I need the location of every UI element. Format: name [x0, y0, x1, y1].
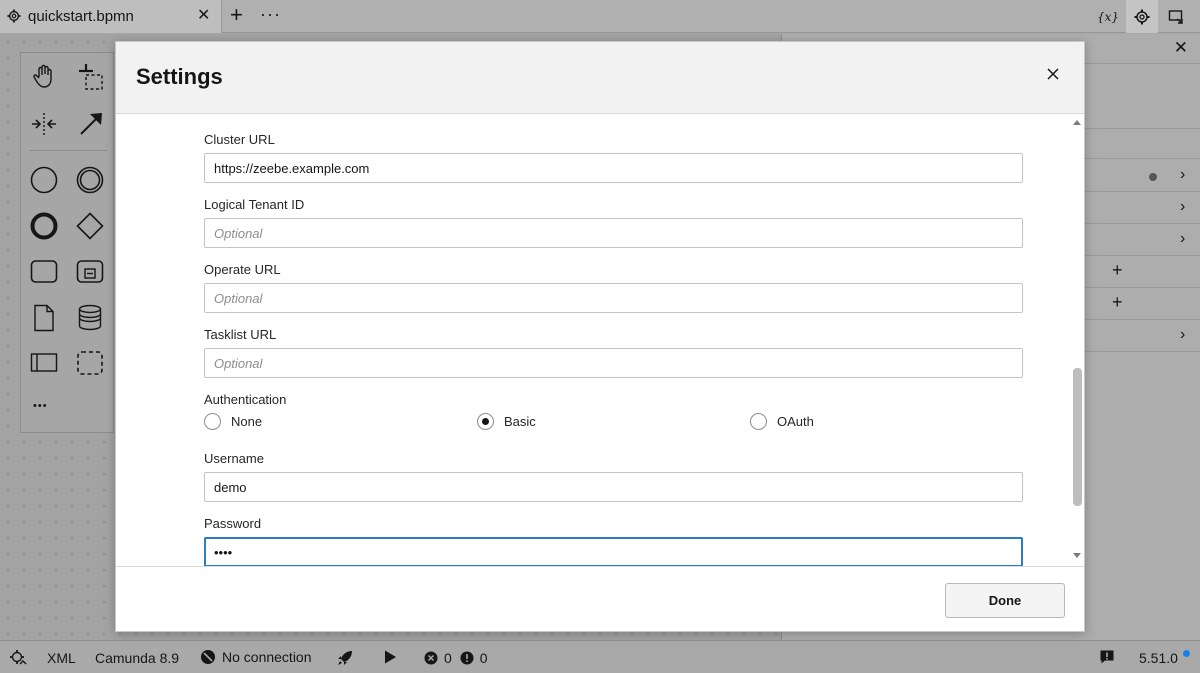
version-indicator[interactable]: 5.51.0 [1139, 650, 1178, 666]
cluster-url-label: Cluster URL [204, 132, 275, 147]
chevron-right-icon[interactable]: › [1180, 198, 1185, 216]
tab-bar: quickstart.bpmn ✕ + ··· {x} [0, 0, 1200, 33]
end-event-icon[interactable] [30, 212, 58, 240]
properties-close-icon[interactable]: ✕ [1174, 38, 1188, 58]
settings-dialog: Settings Cluster URL Logical Tenant ID O… [115, 41, 1085, 632]
authentication-label: Authentication [204, 392, 287, 407]
chevron-right-icon[interactable]: › [1180, 326, 1185, 344]
close-icon[interactable] [1043, 64, 1063, 84]
auth-oauth-radio[interactable]: OAuth [750, 413, 814, 430]
tab-title: quickstart.bpmn [28, 8, 134, 25]
lasso-tool-icon[interactable] [76, 63, 104, 91]
auth-basic-radio[interactable]: Basic [477, 413, 536, 430]
operate-url-input[interactable] [204, 283, 1023, 313]
chevron-right-icon[interactable]: › [1180, 166, 1185, 184]
rocket-icon [338, 651, 352, 665]
scroll-down-icon[interactable] [1073, 553, 1081, 558]
password-label: Password [204, 516, 262, 531]
settings-icon[interactable] [1126, 0, 1158, 33]
status-settings-icon[interactable] [9, 649, 27, 667]
start-event-icon[interactable] [30, 166, 58, 194]
tab-quickstart[interactable]: quickstart.bpmn ✕ [0, 0, 222, 33]
auth-none-radio[interactable]: None [204, 413, 262, 430]
warning-icon [460, 651, 474, 665]
intermediate-event-icon[interactable] [76, 166, 104, 194]
dot-icon [1149, 173, 1157, 181]
subprocess-icon[interactable] [76, 259, 104, 285]
gateway-icon[interactable] [76, 212, 104, 240]
engine-version[interactable]: Camunda 8.9 [95, 650, 179, 666]
connect-tool-icon[interactable] [77, 110, 105, 138]
gear-icon [10, 650, 27, 665]
tenant-id-input[interactable] [204, 218, 1023, 248]
dialog-body[interactable]: Cluster URL Logical Tenant ID Operate UR… [116, 115, 1084, 566]
gear-icon [7, 9, 21, 23]
username-label: Username [204, 451, 264, 466]
feedback-button[interactable] [1099, 649, 1115, 665]
problems-indicator[interactable]: 0 0 [424, 650, 488, 666]
username-input[interactable] [204, 472, 1023, 502]
tenant-id-label: Logical Tenant ID [204, 197, 305, 212]
ellipsis-icon[interactable]: ··· [260, 4, 281, 24]
run-button[interactable] [382, 649, 398, 665]
play-icon [385, 650, 396, 664]
connection-status[interactable]: No connection [200, 649, 312, 665]
plus-icon[interactable]: + [1112, 292, 1123, 313]
dialog-title: Settings [136, 64, 223, 89]
tasklist-url-input[interactable] [204, 348, 1023, 378]
gear-icon [1134, 9, 1150, 24]
chevron-right-icon[interactable]: › [1180, 230, 1185, 248]
data-store-icon[interactable] [77, 304, 103, 332]
error-icon [424, 651, 438, 665]
tab-close-icon[interactable]: ✕ [197, 8, 210, 24]
deploy-button[interactable] [336, 649, 354, 667]
notification-dot [1183, 650, 1190, 657]
variables-icon[interactable]: {x} [1092, 0, 1124, 33]
done-button[interactable]: Done [945, 583, 1065, 618]
radio-circle [750, 413, 767, 430]
deploy-panel-icon[interactable] [1160, 0, 1192, 33]
status-bar: XML Camunda 8.9 No connection 0 0 5.51.0 [0, 640, 1200, 673]
dialog-footer: Done [116, 566, 1084, 631]
plus-icon[interactable]: + [1112, 260, 1123, 281]
cluster-url-input[interactable] [204, 153, 1023, 183]
data-object-icon[interactable] [32, 304, 56, 332]
pool-icon[interactable] [30, 351, 58, 375]
tasklist-url-label: Tasklist URL [204, 327, 277, 342]
radio-circle [204, 413, 221, 430]
task-icon[interactable] [30, 259, 58, 285]
tool-palette: ••• [20, 52, 114, 433]
radio-circle [477, 413, 494, 430]
group-icon[interactable] [76, 350, 104, 376]
plus-icon[interactable]: + [230, 4, 243, 26]
space-tool-icon[interactable] [30, 110, 58, 138]
scroll-up-icon[interactable] [1073, 120, 1081, 125]
hand-tool-icon[interactable] [31, 63, 57, 89]
password-input[interactable] [204, 537, 1023, 566]
operate-url-label: Operate URL [204, 262, 281, 277]
xml-toggle[interactable]: XML [47, 650, 76, 666]
dialog-header: Settings [116, 42, 1084, 114]
disconnected-icon [201, 650, 215, 664]
feedback-icon [1100, 650, 1114, 664]
scrollbar-thumb[interactable] [1073, 368, 1082, 506]
more-tools-icon[interactable]: ••• [33, 400, 48, 412]
